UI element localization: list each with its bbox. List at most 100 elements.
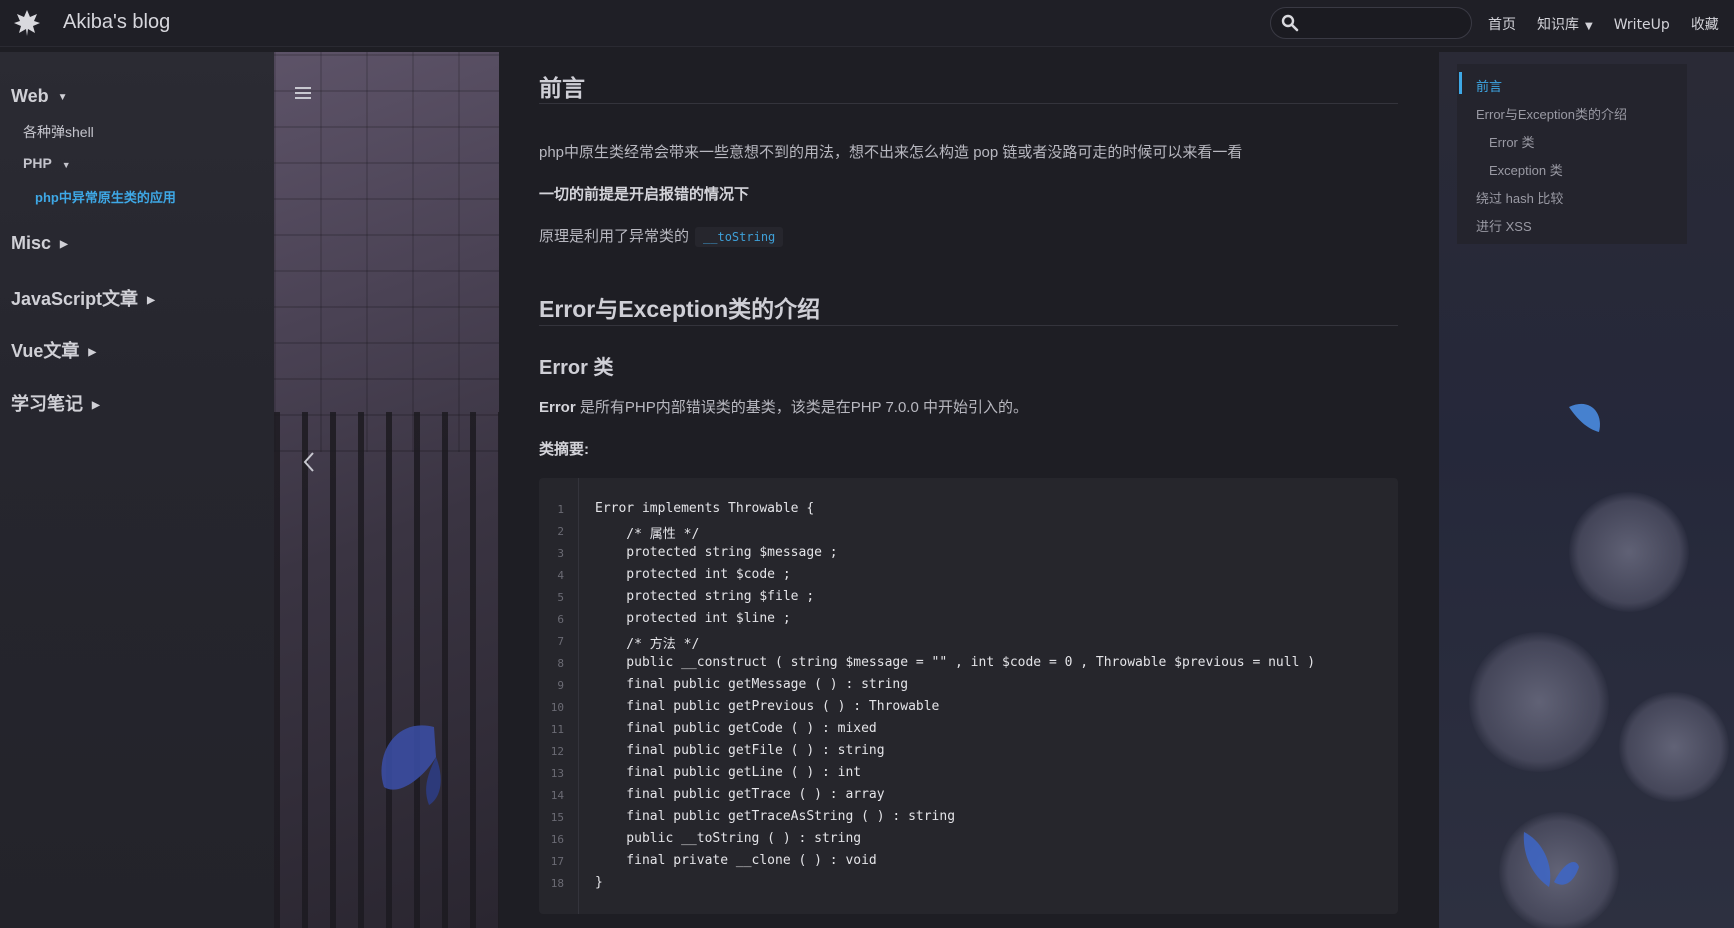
flower-art: [1569, 492, 1689, 612]
inline-code: __toString: [695, 227, 784, 247]
line-number: 13: [550, 767, 564, 780]
divider: [539, 325, 1398, 326]
code-line: }: [595, 875, 603, 890]
code-line: final public getLine ( ) : int: [595, 765, 862, 780]
nav-knowledge-base-label: 知识库: [1537, 17, 1579, 33]
bold-text: 一切的前提是开启报错的情况下: [539, 186, 750, 203]
line-number: 17: [550, 855, 564, 868]
flower-art: [1469, 632, 1609, 772]
line-number: 3: [557, 547, 564, 560]
line-number: 4: [557, 569, 564, 582]
butterfly-art: [1569, 403, 1600, 432]
bold-text: 类摘要:: [539, 441, 589, 458]
caret-right-icon: ▶: [88, 346, 97, 358]
line-number: 11: [550, 723, 564, 736]
heading-preface: 前言: [539, 75, 585, 101]
caret-down-icon: ▼: [1585, 21, 1593, 32]
sidebar-item-shell[interactable]: 各种弹shell: [23, 122, 94, 142]
sidebar-group-notes[interactable]: 学习笔记 ▶: [11, 390, 100, 416]
maple-leaf-logo-icon[interactable]: [12, 8, 42, 38]
toc-item-error-exception[interactable]: Error与Exception类的介绍: [1476, 104, 1627, 123]
background-artwork: [274, 52, 499, 928]
caret-right-icon: ▶: [60, 238, 68, 250]
code-line: final public getTraceAsString ( ) : stri…: [595, 809, 956, 824]
code-line: final public getFile ( ) : string: [595, 743, 885, 758]
search-icon: [1281, 14, 1299, 32]
code-line: protected int $code ;: [595, 567, 791, 582]
nav-knowledge-base[interactable]: 知识库 ▼: [1537, 14, 1593, 34]
sidebar-group-misc[interactable]: Misc ▶: [11, 233, 68, 254]
caret-right-icon: ▶: [92, 399, 100, 411]
code-line: final public getMessage ( ) : string: [595, 677, 909, 692]
line-number: 1: [557, 503, 564, 516]
line-number: 18: [550, 877, 564, 890]
code-line: public __construct ( string $message = "…: [595, 655, 1316, 670]
line-number: 7: [557, 635, 564, 648]
line-number: 9: [557, 679, 564, 692]
nav-home[interactable]: 首页: [1488, 14, 1516, 34]
paragraph-text: 是所有PHP内部错误类的基类，该类是在PHP 7.0.0 中开始引入的。: [575, 399, 1028, 416]
chevron-left-icon[interactable]: [302, 450, 316, 474]
toc-item-preface[interactable]: 前言: [1476, 76, 1502, 95]
sidebar-item-active[interactable]: php中异常原生类的应用: [35, 187, 176, 206]
line-number: 15: [550, 811, 564, 824]
line-number-gutter: 1 2 3 4 5 6 7 8 9 10 11 12 13 14 15 16 1…: [539, 478, 579, 914]
line-number: 6: [557, 613, 564, 626]
nav-links: 首页 知识库 ▼ WriteUp 收藏: [1488, 14, 1734, 34]
toc-item-error-class[interactable]: Error 类: [1489, 132, 1535, 151]
code-line: /* 属性 */: [595, 527, 700, 542]
code-line: final public getTrace ( ) : array: [595, 787, 885, 802]
sidebar-background: [0, 52, 274, 928]
nav-writeup[interactable]: WriteUp: [1614, 17, 1670, 33]
table-of-contents: 前言 Error与Exception类的介绍 Error 类 Exception…: [1457, 64, 1687, 244]
toc-active-indicator: [1459, 72, 1462, 94]
sidebar-item-php[interactable]: PHP ▼: [23, 155, 71, 171]
paragraph: Error 是所有PHP内部错误类的基类，该类是在PHP 7.0.0 中开始引入…: [539, 396, 1028, 417]
line-number: 14: [550, 789, 564, 802]
code-line: final public getPrevious ( ) : Throwable: [595, 699, 940, 714]
sidebar-group-label: Web: [11, 86, 49, 106]
paragraph: 原理是利用了异常类的 __toString: [539, 225, 784, 247]
sidebar-group-web[interactable]: Web ▼: [11, 86, 68, 107]
code-line: Error implements Throwable {: [595, 501, 815, 516]
butterfly-art: [381, 725, 441, 805]
code-line: public __toString ( ) : string: [595, 831, 862, 846]
line-number: 2: [557, 525, 564, 538]
code-block[interactable]: 1 2 3 4 5 6 7 8 9 10 11 12 13 14 15 16 1…: [539, 478, 1398, 914]
code-line: protected string $file ;: [595, 589, 815, 604]
code-line: protected string $message ;: [595, 545, 838, 560]
divider: [539, 103, 1398, 104]
caret-down-icon: ▼: [57, 91, 68, 103]
heading-error-exception: Error与Exception类的介绍: [539, 296, 821, 322]
caret-right-icon: ▶: [147, 294, 155, 306]
heading-error-class: Error 类: [539, 357, 614, 379]
sidebar-group-label: JavaScript文章: [11, 289, 139, 309]
sidebar-group-javascript[interactable]: JavaScript文章 ▶: [11, 285, 155, 311]
paragraph-bold: 类摘要:: [539, 438, 589, 459]
code-line: protected int $line ;: [595, 611, 791, 626]
line-number: 10: [550, 701, 564, 714]
brick-wall-art: [274, 52, 499, 452]
sidebar-group-vue[interactable]: Vue文章 ▶: [11, 337, 96, 363]
butterfly-art: [1523, 832, 1579, 887]
paragraph-text: 原理是利用了异常类的: [539, 228, 690, 245]
line-number: 8: [557, 657, 564, 670]
sidebar-item-label: PHP: [23, 155, 52, 171]
search-input[interactable]: [1303, 12, 1467, 36]
hamburger-menu-icon[interactable]: [295, 86, 311, 100]
paragraph: php中原生类经常会带来一些意想不到的用法，想不出来怎么构造 pop 链或者没路…: [539, 144, 1243, 161]
toc-item-hash-bypass[interactable]: 绕过 hash 比较: [1476, 188, 1563, 207]
code-line: /* 方法 */: [595, 637, 700, 652]
sidebar-group-label: Vue文章: [11, 341, 80, 361]
line-number: 12: [550, 745, 564, 758]
nav-favorites[interactable]: 收藏: [1691, 14, 1719, 34]
code-line: final private __clone ( ) : void: [595, 853, 877, 868]
caret-down-icon: ▼: [61, 160, 71, 170]
toc-item-exception-class[interactable]: Exception 类: [1489, 160, 1563, 179]
search-box[interactable]: [1270, 7, 1472, 39]
bold-text: Error: [539, 399, 576, 416]
site-title[interactable]: Akiba's blog: [63, 11, 170, 34]
toc-item-xss[interactable]: 进行 XSS: [1476, 216, 1532, 235]
top-navbar: Akiba's blog 首页 知识库 ▼ WriteUp 收藏: [0, 0, 1734, 47]
line-number: 5: [557, 591, 564, 604]
